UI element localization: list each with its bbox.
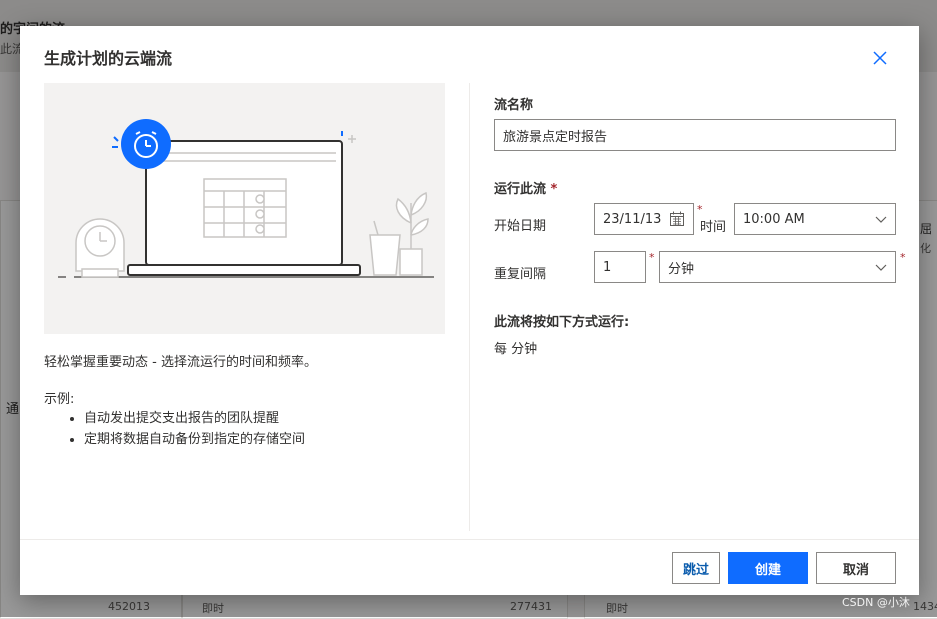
time-label: 时间 — [700, 220, 727, 235]
illustration — [44, 83, 445, 334]
required-mark: * — [550, 182, 558, 197]
flow-name-label: 流名称 — [494, 98, 534, 113]
start-date-value: 23/11/13 — [603, 211, 662, 227]
flow-name-input[interactable]: 旅游景点定时报告 — [494, 119, 896, 151]
dialog-description: 轻松掌握重要动态 - 选择流运行的时间和频率。 — [44, 355, 317, 370]
examples-label: 示例: — [44, 392, 75, 407]
chevron-down-icon — [875, 264, 887, 271]
list-item: 自动发出提交支出报告的团队提醒 — [84, 408, 305, 429]
start-date-label: 开始日期 — [494, 219, 547, 234]
run-flow-label-text: 运行此流 — [494, 182, 547, 197]
required-mark: * — [697, 203, 703, 216]
run-flow-label: 运行此流 * — [494, 178, 557, 197]
time-select[interactable]: 10:00 AM — [734, 203, 896, 235]
close-button[interactable] — [868, 46, 892, 70]
repeat-interval-label: 重复间隔 — [494, 267, 547, 282]
repeat-unit-value: 分钟 — [668, 261, 695, 277]
skip-button[interactable]: 跳过 — [672, 552, 720, 584]
dialog-title: 生成计划的云端流 — [44, 49, 173, 68]
alarm-clock-icon — [112, 119, 171, 169]
close-icon — [873, 51, 887, 65]
required-mark: * — [649, 251, 655, 264]
required-mark: * — [900, 251, 906, 264]
flow-name-value: 旅游景点定时报告 — [503, 129, 608, 145]
chevron-down-icon — [875, 216, 887, 223]
calendar-icon[interactable] — [669, 211, 685, 227]
cancel-button[interactable]: 取消 — [816, 552, 896, 584]
repeat-interval-value: 1 — [603, 259, 612, 275]
list-item: 定期将数据自动备份到指定的存储空间 — [84, 429, 305, 450]
desk-clock-icon — [75, 218, 125, 278]
examples-list: 自动发出提交支出报告的团队提醒 定期将数据自动备份到指定的存储空间 — [64, 408, 305, 450]
plant-icon — [369, 191, 429, 276]
vertical-divider — [469, 83, 470, 531]
watermark: CSDN @小沐 — [842, 596, 910, 609]
repeat-interval-input[interactable]: 1 — [594, 251, 646, 283]
create-button[interactable]: 创建 — [728, 552, 808, 584]
time-value: 10:00 AM — [743, 211, 805, 227]
illustration-graphic — [58, 119, 434, 278]
summary-value: 每 分钟 — [494, 342, 538, 357]
start-date-input[interactable]: 23/11/13 — [594, 203, 694, 235]
footer-divider — [20, 539, 919, 540]
summary-label: 此流将按如下方式运行: — [494, 315, 630, 330]
scheduled-flow-dialog: 生成计划的云端流 轻松掌握重要动态 - 选择流运行的时间和频率。 示例: • 自… — [20, 26, 919, 595]
repeat-unit-select[interactable]: 分钟 — [659, 251, 896, 283]
